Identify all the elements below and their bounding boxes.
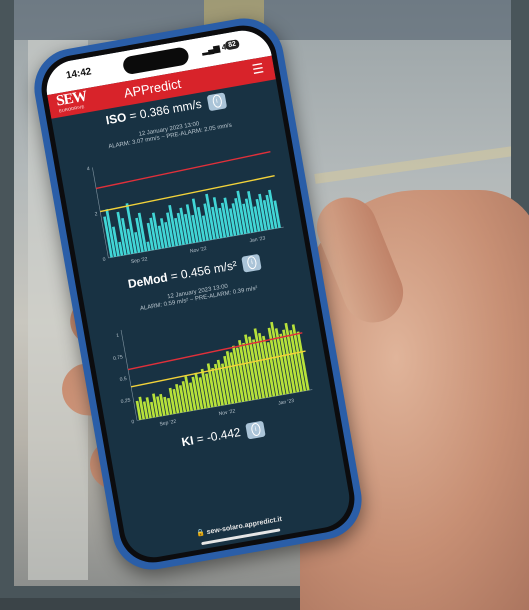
y-tick-label: 4 <box>86 166 90 172</box>
app-title: APPredict <box>122 75 183 101</box>
data-bar <box>146 241 151 252</box>
x-tick-label: Jan '23 <box>278 398 295 407</box>
url-text: sew-solaro.appredict.it <box>206 515 283 537</box>
y-tick-label: 1 <box>116 333 120 339</box>
y-tick-label: 0 <box>131 419 135 425</box>
left-frame-border <box>0 0 14 598</box>
x-tick-label: Nov '22 <box>190 246 208 255</box>
y-tick-label: 0.75 <box>113 354 124 362</box>
ki-value: = -0.442 <box>192 425 242 448</box>
y-tick-label: 0 <box>102 257 106 263</box>
y-tick-label: 2 <box>94 211 98 217</box>
y-axis <box>120 329 138 421</box>
x-tick-label: Jan '23 <box>249 235 266 244</box>
demod-label: DeMod <box>126 270 169 292</box>
x-tick-label: Sep '22 <box>131 256 149 265</box>
y-tick-label: 0.5 <box>119 376 127 383</box>
x-tick-label: Nov '22 <box>218 408 236 417</box>
info-icon[interactable] <box>245 420 266 440</box>
y-tick-label: 0.25 <box>120 397 131 405</box>
hamburger-icon[interactable]: ☰ <box>251 60 265 78</box>
info-icon[interactable] <box>241 253 262 273</box>
x-tick-label: Sep '22 <box>159 419 177 428</box>
info-icon[interactable] <box>206 92 227 112</box>
status-time: 14:42 <box>65 66 93 82</box>
floor-marking <box>314 146 511 184</box>
battery-icon: 82 <box>224 39 240 51</box>
iso-label: ISO <box>104 110 128 128</box>
alarm-line <box>95 150 271 190</box>
